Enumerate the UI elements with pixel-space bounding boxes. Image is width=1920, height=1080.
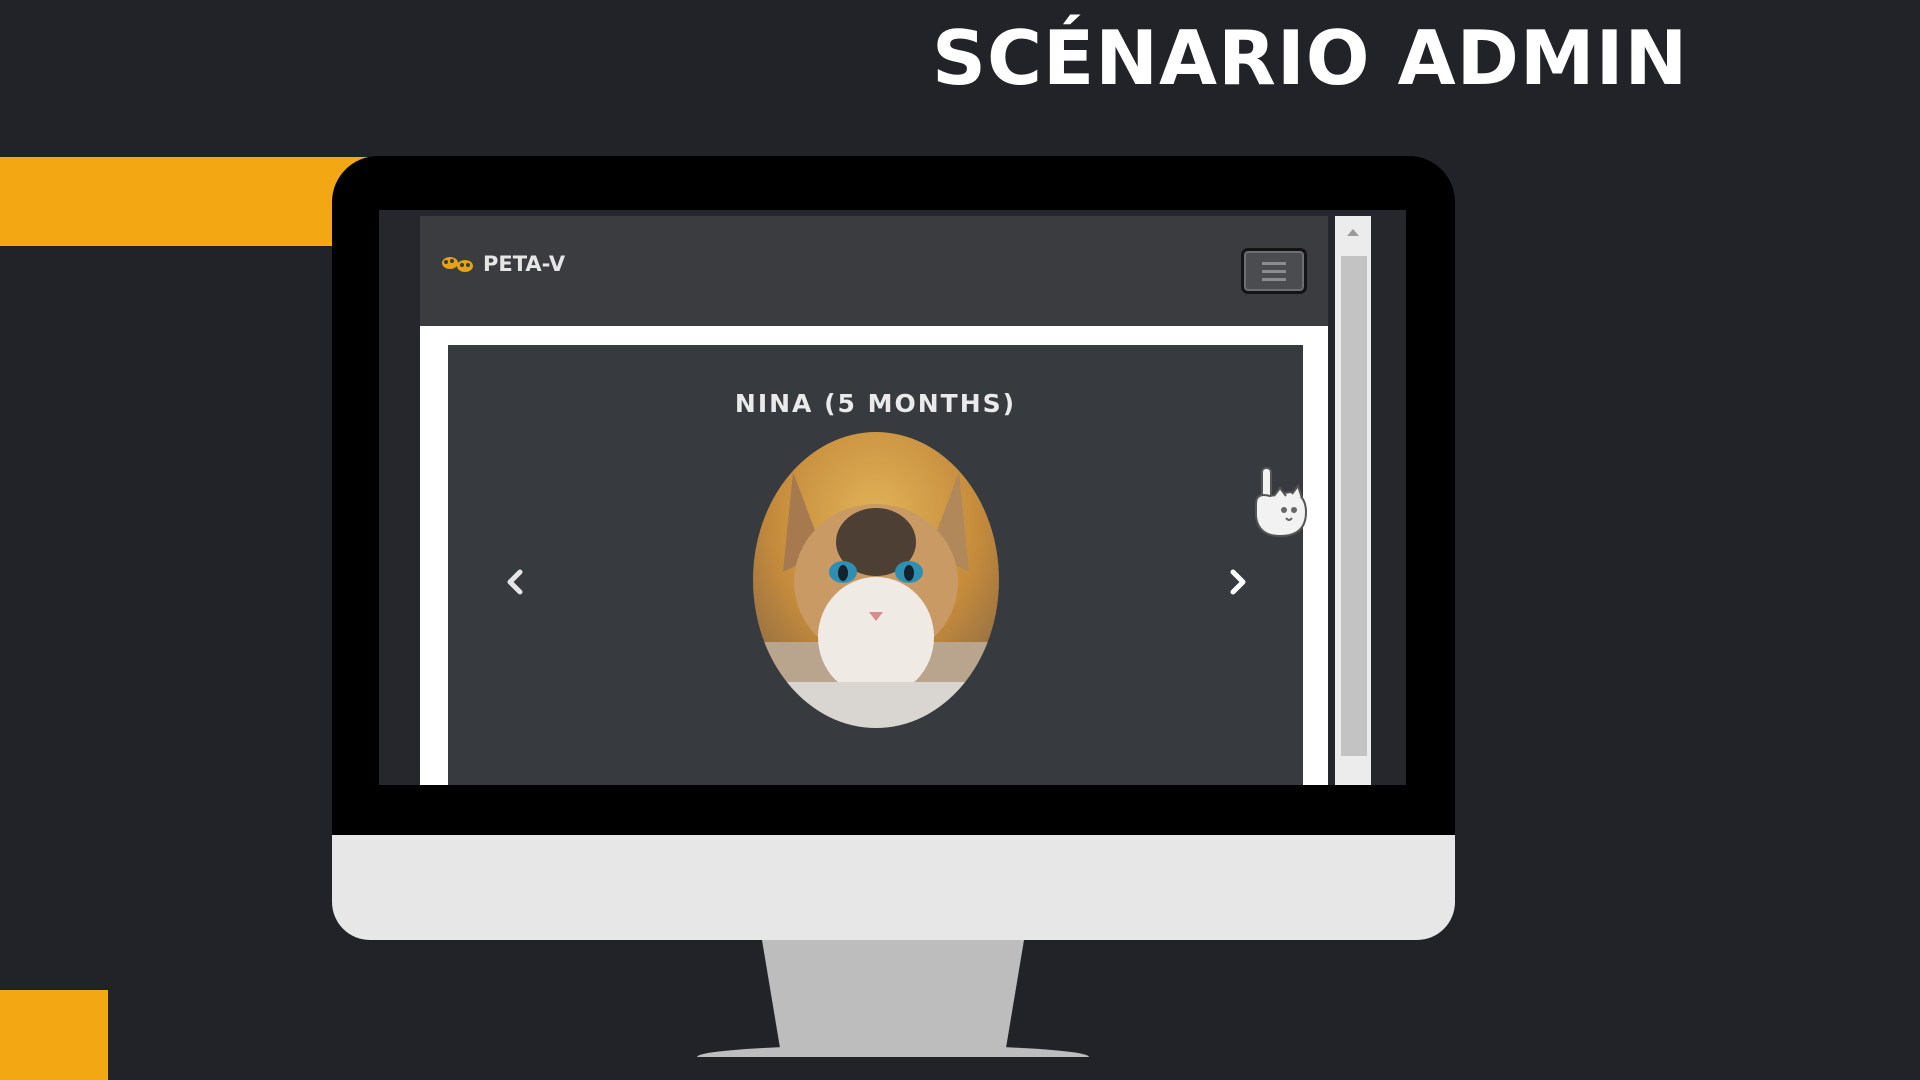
pet-photo [753,432,999,728]
hamburger-menu-icon [1262,261,1286,265]
chevron-left-icon[interactable] [500,562,530,602]
chevron-right-icon[interactable] [1223,562,1253,602]
paw-logo-icon [442,257,473,272]
accent-block-bottom [0,990,108,1080]
hand-pointer-cursor-icon [1255,467,1308,538]
monitor-foot [697,1045,1089,1057]
accent-bar-top [0,157,380,246]
monitor-chin [332,835,1455,940]
browser-viewport: PETA-V NINA (5 MONTHS) [420,216,1328,785]
hamburger-menu-button[interactable] [1241,248,1307,294]
scroll-up-arrow-icon[interactable] [1335,226,1371,246]
monitor-stand [762,940,1024,1050]
navbar: PETA-V [420,216,1328,326]
brand[interactable]: PETA-V [441,252,565,276]
brand-name: PETA-V [483,252,566,276]
scrollbar[interactable] [1335,216,1371,785]
scroll-thumb[interactable] [1341,256,1367,756]
pet-carousel: NINA (5 MONTHS) [448,345,1303,785]
slide-title: SCÉNARIO ADMIN [932,14,1689,102]
pet-title: NINA (5 MONTHS) [734,389,1017,418]
